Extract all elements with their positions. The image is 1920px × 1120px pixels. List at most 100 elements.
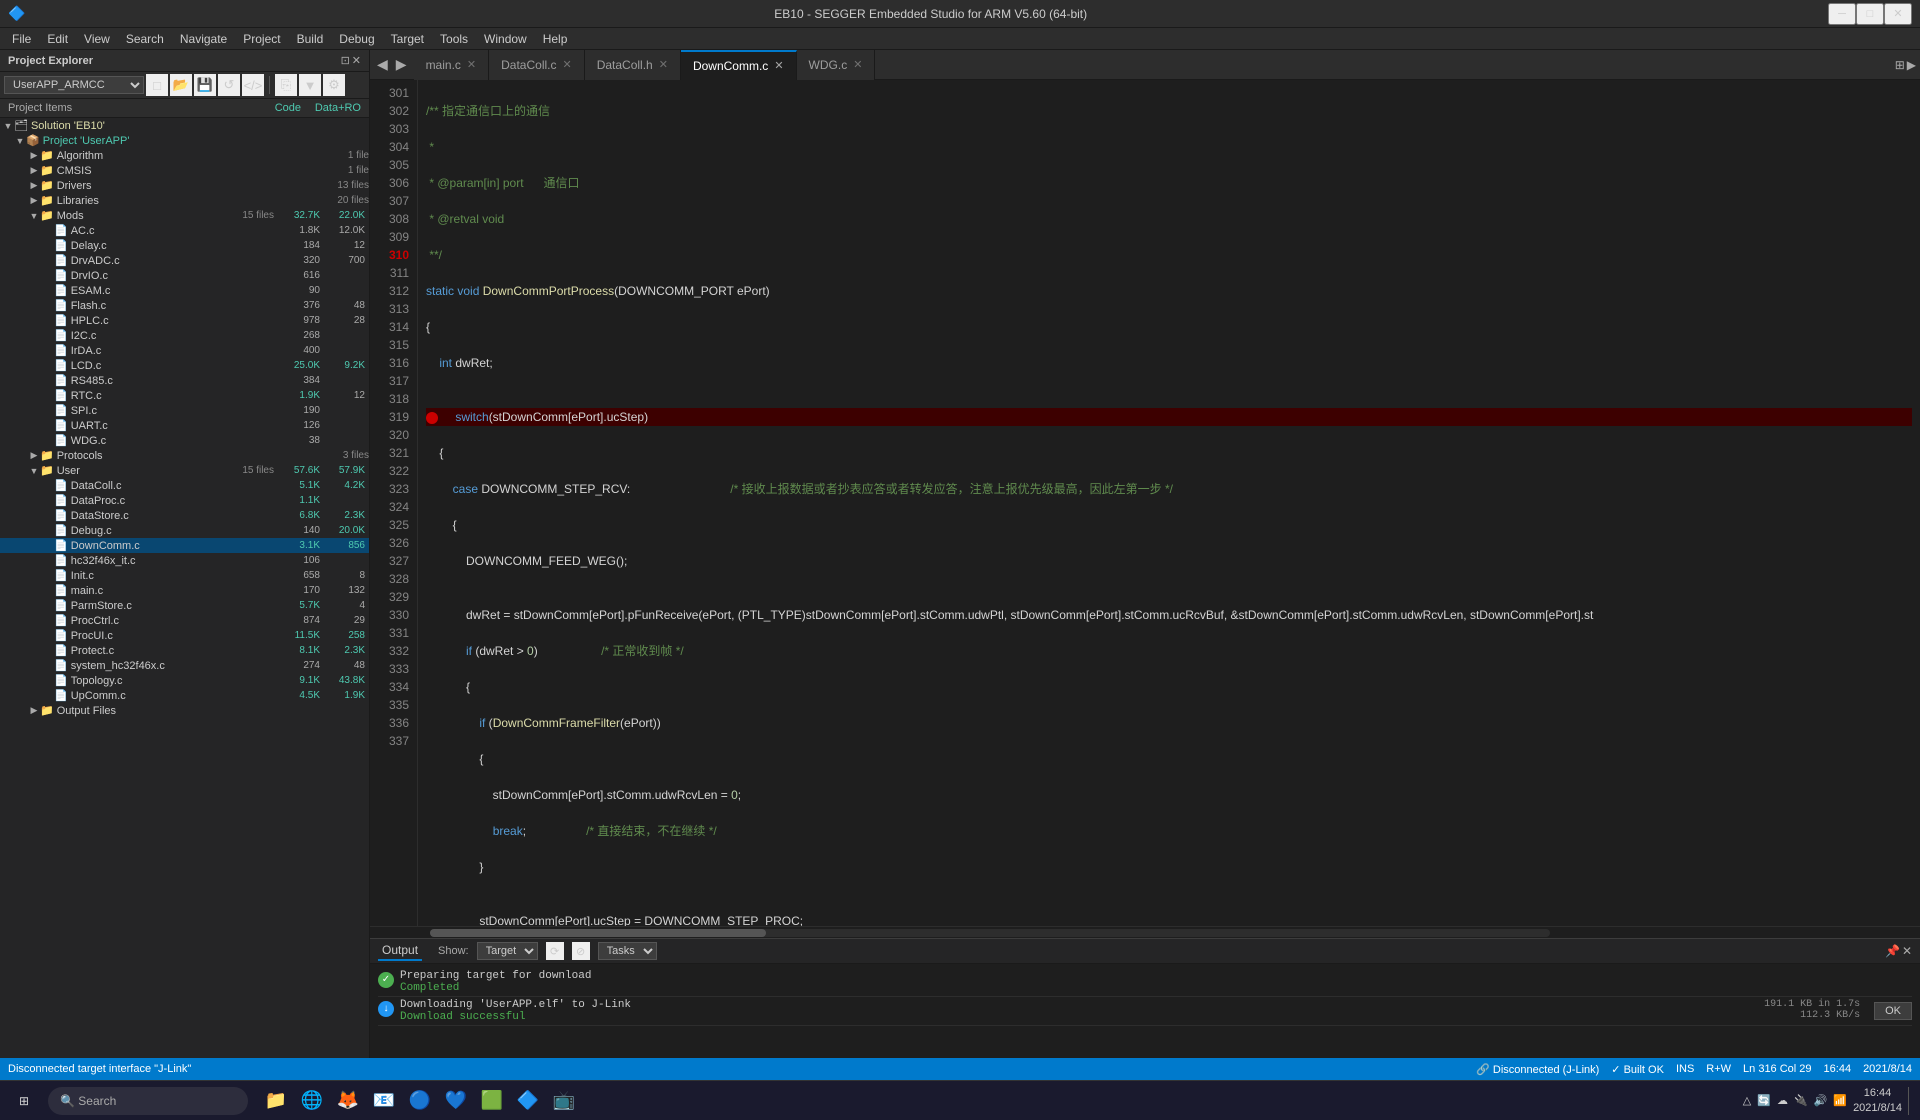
panel-resize-btn[interactable]: ⊡ xyxy=(341,54,350,67)
tab-main-c[interactable]: main.c ✕ xyxy=(414,50,490,80)
tree-project[interactable]: ▼ 📦 Project 'UserAPP' xyxy=(0,133,369,148)
tree-file-i2c[interactable]: ▶ 📄 I2C.c 268 xyxy=(0,328,369,343)
taskbar-search[interactable]: 🔍 Search xyxy=(48,1087,248,1115)
output-tasks-dropdown[interactable]: Tasks xyxy=(598,942,657,960)
tree-file-datacoll[interactable]: ▶📄 DataColl.c5.1K4.2K xyxy=(0,478,369,493)
toolbar-btn5[interactable]: </> xyxy=(242,74,264,96)
menu-tools[interactable]: Tools xyxy=(432,30,476,48)
tree-file-parmstore[interactable]: ▶📄 ParmStore.c5.7K4 xyxy=(0,598,369,613)
tray-icon2[interactable]: 🔄 xyxy=(1757,1094,1771,1107)
col-header-dataro[interactable]: Data+RO xyxy=(305,101,365,115)
code-content[interactable]: /** 指定通信口上的通信 * * @param[in] port 通信口 * … xyxy=(418,80,1920,926)
tree-folder-output[interactable]: ▶ 📁 Output Files xyxy=(0,703,369,718)
output-ok-button[interactable]: OK xyxy=(1874,1002,1912,1020)
tree-file-hc32[interactable]: ▶📄 hc32f46x_it.c106 xyxy=(0,553,369,568)
toolbar-btn4[interactable]: ↺ xyxy=(218,74,240,96)
output-btn1[interactable]: ⟳ xyxy=(546,942,564,960)
tray-icon1[interactable]: △ xyxy=(1743,1094,1751,1107)
toolbar-btn7[interactable]: ▼ xyxy=(299,74,321,96)
tree-folder-libraries[interactable]: ▶ 📁 Libraries 20 files xyxy=(0,193,369,208)
tree-file-downcomm[interactable]: ▶📄 DownComm.c3.1K856 xyxy=(0,538,369,553)
horizontal-scrollbar[interactable] xyxy=(370,926,1920,938)
menu-view[interactable]: View xyxy=(76,30,118,48)
tab-close-wdg[interactable]: ✕ xyxy=(853,58,862,71)
taskbar-start[interactable]: ⊞ xyxy=(8,1085,40,1117)
tree-file-protect[interactable]: ▶📄 Protect.c8.1K2.3K xyxy=(0,643,369,658)
tab-downcomm-c[interactable]: DownComm.c ✕ xyxy=(681,50,797,80)
tree-file-uart[interactable]: ▶ 📄 UART.c 126 xyxy=(0,418,369,433)
tab-list-button[interactable]: ⊞ xyxy=(1895,58,1905,72)
tray-icon5[interactable]: 🔊 xyxy=(1814,1094,1828,1107)
tree-file-rtc[interactable]: ▶ 📄 RTC.c 1.9K12 xyxy=(0,388,369,403)
tree-folder-drivers[interactable]: ▶ 📁 Drivers 13 files xyxy=(0,178,369,193)
tray-icon3[interactable]: ☁ xyxy=(1777,1094,1788,1107)
tree-file-esam[interactable]: ▶ 📄 ESAM.c 90 xyxy=(0,283,369,298)
tree-file-irda[interactable]: ▶ 📄 IrDA.c 400 xyxy=(0,343,369,358)
tree-file-wdg-mods[interactable]: ▶ 📄 WDG.c 38 xyxy=(0,433,369,448)
tree-file-spi[interactable]: ▶ 📄 SPI.c 190 xyxy=(0,403,369,418)
menu-debug[interactable]: Debug xyxy=(331,30,382,48)
tree-folder-mods[interactable]: ▼ 📁 Mods 15 files 32.7K 22.0K xyxy=(0,208,369,223)
taskbar-app1[interactable]: 🦊 xyxy=(332,1085,364,1117)
tree-solution[interactable]: ▼ 🗂 Solution 'EB10' xyxy=(0,118,369,133)
tab-arrow-right[interactable]: ▶ xyxy=(1907,58,1916,72)
tree-file-rs485[interactable]: ▶ 📄 RS485.c 384 xyxy=(0,373,369,388)
close-button[interactable]: ✕ xyxy=(1884,3,1912,25)
menu-navigate[interactable]: Navigate xyxy=(172,30,235,48)
taskbar-app6[interactable]: 📺 xyxy=(548,1085,580,1117)
menu-help[interactable]: Help xyxy=(535,30,576,48)
taskbar-vscode[interactable]: 💙 xyxy=(440,1085,472,1117)
tab-datacoll-c[interactable]: DataColl.c ✕ xyxy=(489,50,585,80)
project-config-dropdown[interactable]: UserAPP_ARMCC xyxy=(4,76,144,94)
output-tab-label[interactable]: Output xyxy=(378,941,422,961)
tree-file-delay[interactable]: ▶ 📄 Delay.c 18412 xyxy=(0,238,369,253)
tree-file-procui[interactable]: ▶📄 ProcUI.c11.5K258 xyxy=(0,628,369,643)
taskbar-browser1[interactable]: 🌐 xyxy=(296,1085,328,1117)
tree-folder-algorithm[interactable]: ▶ 📁 Algorithm 1 file xyxy=(0,148,369,163)
tree-folder-user[interactable]: ▼ 📁 User 15 files 57.6K 57.9K xyxy=(0,463,369,478)
tray-show-desktop[interactable] xyxy=(1908,1087,1912,1115)
tree-file-lcd[interactable]: ▶ 📄 LCD.c 25.0K9.2K xyxy=(0,358,369,373)
tree-folder-cmsis[interactable]: ▶ 📁 CMSIS 1 file xyxy=(0,163,369,178)
toolbar-btn1[interactable]: □ xyxy=(146,74,168,96)
taskbar-app3[interactable]: 🔵 xyxy=(404,1085,436,1117)
menu-build[interactable]: Build xyxy=(289,30,332,48)
panel-close-btn[interactable]: ✕ xyxy=(352,54,361,67)
toolbar-btn3[interactable]: 💾 xyxy=(194,74,216,96)
menu-file[interactable]: File xyxy=(4,30,39,48)
tab-close-datacoll-h[interactable]: ✕ xyxy=(659,58,668,71)
tray-icon6[interactable]: 📶 xyxy=(1833,1094,1847,1107)
output-btn2[interactable]: ⊘ xyxy=(572,942,590,960)
toolbar-btn6[interactable]: ⎘ xyxy=(275,74,297,96)
tray-icon4[interactable]: 🔌 xyxy=(1794,1094,1808,1107)
tree-folder-protocols[interactable]: ▶ 📁 Protocols 3 files xyxy=(0,448,369,463)
tree-file-init[interactable]: ▶📄 Init.c6588 xyxy=(0,568,369,583)
tree-file-procctrl[interactable]: ▶📄 ProcCtrl.c87429 xyxy=(0,613,369,628)
menu-window[interactable]: Window xyxy=(476,30,535,48)
toolbar-btn8[interactable]: ⚙ xyxy=(323,74,345,96)
tree-file-datastore[interactable]: ▶📄 DataStore.c6.8K2.3K xyxy=(0,508,369,523)
editor-area[interactable]: 301302303304305 306307308309 310 3113123… xyxy=(370,80,1920,938)
tab-datacoll-h[interactable]: DataColl.h ✕ xyxy=(585,50,681,80)
tree-file-main[interactable]: ▶📄 main.c170132 xyxy=(0,583,369,598)
output-close-button[interactable]: ✕ xyxy=(1902,944,1912,958)
tree-file-topology[interactable]: ▶📄 Topology.c9.1K43.8K xyxy=(0,673,369,688)
output-show-dropdown[interactable]: Target xyxy=(477,942,538,960)
taskbar-file-explorer[interactable]: 📁 xyxy=(260,1085,292,1117)
tree-file-dataproc[interactable]: ▶📄 DataProc.c1.1K xyxy=(0,493,369,508)
tree-file-upcomm[interactable]: ▶📄 UpComm.c4.5K1.9K xyxy=(0,688,369,703)
taskbar-app2[interactable]: 📧 xyxy=(368,1085,400,1117)
window-controls[interactable]: ─ □ ✕ xyxy=(1828,3,1912,25)
taskbar-app5[interactable]: 🔷 xyxy=(512,1085,544,1117)
col-header-code[interactable]: Code xyxy=(245,101,305,115)
tree-file-drvadc[interactable]: ▶ 📄 DrvADC.c 320700 xyxy=(0,253,369,268)
menu-edit[interactable]: Edit xyxy=(39,30,76,48)
minimize-button[interactable]: ─ xyxy=(1828,3,1856,25)
tab-close-downcomm[interactable]: ✕ xyxy=(774,59,783,72)
tree-file-hplc[interactable]: ▶ 📄 HPLC.c 97828 xyxy=(0,313,369,328)
tab-back-button[interactable]: ◀ xyxy=(374,56,391,73)
menu-target[interactable]: Target xyxy=(383,30,432,48)
tab-close-datacoll-c[interactable]: ✕ xyxy=(562,58,571,71)
output-pin-button[interactable]: 📌 xyxy=(1885,944,1900,958)
menu-search[interactable]: Search xyxy=(118,30,172,48)
